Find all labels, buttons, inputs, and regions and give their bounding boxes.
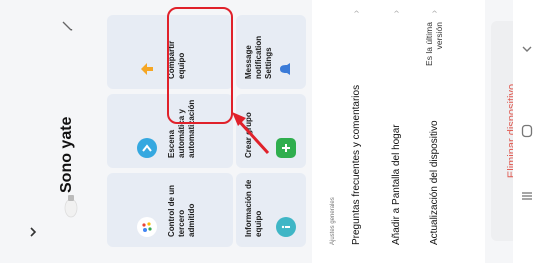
nav-back-button[interactable] [516, 38, 537, 59]
bell-icon [276, 59, 296, 79]
pencil-icon [62, 21, 73, 31]
chevron-down-icon [30, 227, 37, 237]
edit-button[interactable] [58, 17, 76, 35]
tile-info[interactable]: Información de equipo [236, 173, 306, 247]
tile-label: Control de un tercero admitido [167, 185, 196, 237]
recents-icon [521, 191, 532, 200]
device-update-label: Actualización del dispositivo [429, 120, 440, 245]
add-group-icon [276, 138, 296, 158]
share-icon [137, 59, 157, 79]
screen: Sono yate Control de un tercero admitido… [0, 0, 540, 263]
home-outline-icon [521, 124, 532, 137]
info-icon [276, 217, 296, 237]
faq-row[interactable]: Preguntas frecuentes y comentarios › [342, 0, 372, 263]
home-screen-row[interactable]: Añadir a Pantalla del hogar › [382, 0, 412, 263]
chevron-right-icon: › [391, 10, 402, 14]
tile-third-party[interactable]: Control de un tercero admitido [107, 173, 233, 247]
tile-message[interactable]: Message notification Settings [236, 15, 306, 89]
system-nav-bar [513, 0, 540, 263]
chevron-down-icon [522, 46, 531, 52]
tile-label: Información de equipo [244, 179, 263, 237]
home-screen-label: Añadir a Pantalla del hogar [391, 124, 402, 245]
automation-icon [137, 138, 157, 158]
nav-recents-button[interactable] [516, 185, 537, 206]
back-button[interactable] [20, 219, 46, 245]
nav-home-button[interactable] [516, 120, 537, 141]
lamp-icon [64, 194, 78, 218]
faq-label: Preguntas frecuentes y comentarios [351, 84, 362, 245]
tile-label: Message notification Settings [244, 35, 273, 79]
chevron-right-icon: › [351, 10, 362, 14]
device-update-row[interactable]: Actualización del dispositivo Es la últi… [420, 0, 450, 263]
annotation-highlight-box [167, 7, 233, 124]
settings-heading: Ajustes generales [330, 197, 336, 245]
header [0, 0, 106, 263]
device-update-value: Es la última versión [424, 22, 444, 66]
device-name: Sono yate [58, 116, 75, 193]
chevron-right-icon: › [429, 10, 440, 14]
assistant-icon [137, 217, 157, 237]
annotation-arrow-icon [232, 112, 270, 155]
